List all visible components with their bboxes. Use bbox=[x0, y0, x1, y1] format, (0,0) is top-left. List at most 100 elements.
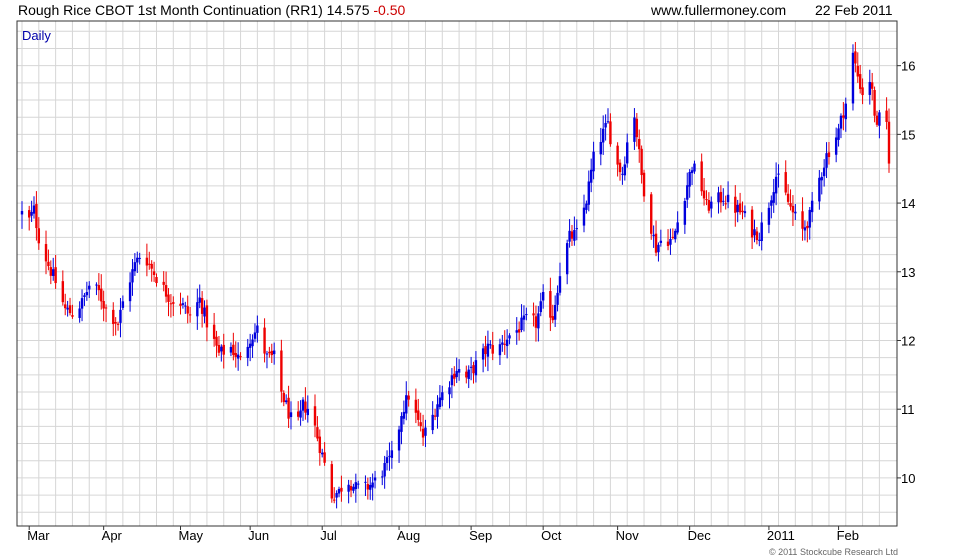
price-bar-body bbox=[49, 267, 53, 276]
price-bar-body bbox=[887, 121, 891, 164]
price-bar-body bbox=[333, 499, 336, 501]
price-bar-body bbox=[734, 196, 737, 213]
price-bar-body bbox=[179, 303, 182, 306]
price-bar-body bbox=[794, 211, 797, 214]
price-bar-body bbox=[436, 404, 439, 417]
price-bar-body bbox=[481, 348, 485, 360]
price-bar-body bbox=[150, 263, 153, 269]
price-bar-body bbox=[299, 410, 302, 418]
price-bar-body bbox=[438, 397, 442, 408]
price-bar-body bbox=[741, 210, 744, 212]
price-bar-body bbox=[100, 288, 103, 302]
price-bar-body bbox=[873, 89, 876, 116]
price-bar-body bbox=[671, 236, 675, 238]
price-bar-body bbox=[642, 172, 646, 197]
price-bar-body bbox=[61, 281, 65, 303]
price-bar-body bbox=[66, 307, 69, 310]
price-bar-body bbox=[37, 228, 41, 244]
price-bar-body bbox=[212, 324, 216, 339]
price-bar-body bbox=[186, 306, 189, 314]
price-bar-body bbox=[844, 103, 847, 120]
x-tick-label: Oct bbox=[541, 528, 562, 543]
price-bar-body bbox=[760, 222, 763, 242]
price-bar-body bbox=[755, 231, 759, 241]
price-bar-body bbox=[885, 110, 888, 122]
price-bar-body bbox=[184, 305, 187, 307]
price-bar-body bbox=[724, 203, 727, 205]
price-bar-body bbox=[839, 115, 843, 129]
price-bar-body bbox=[148, 263, 151, 265]
price-bar-body bbox=[585, 203, 588, 210]
price-bar-body bbox=[102, 301, 105, 309]
price-bar-body bbox=[659, 240, 663, 243]
price-bar-body bbox=[635, 118, 639, 138]
price-bar-body bbox=[868, 81, 871, 95]
price-bar-body bbox=[272, 350, 276, 355]
price-bar-body bbox=[690, 170, 694, 174]
price-bar-body bbox=[280, 350, 283, 392]
price-bar-body bbox=[128, 282, 132, 302]
price-bar-body bbox=[112, 309, 115, 325]
x-tick-label: Aug bbox=[397, 528, 420, 543]
price-bar-body bbox=[181, 303, 185, 305]
price-bar-body bbox=[750, 209, 754, 238]
price-bar-body bbox=[30, 211, 33, 216]
price-bar-body bbox=[517, 329, 521, 333]
price-bar-body bbox=[472, 365, 475, 374]
price-bar-body bbox=[467, 369, 470, 379]
price-bar-body bbox=[592, 151, 595, 172]
price-bar-body bbox=[683, 201, 687, 225]
price-bar-body bbox=[503, 343, 506, 345]
price-bar-body bbox=[330, 464, 334, 499]
x-tick-label: Sep bbox=[469, 528, 492, 543]
price-bar-body bbox=[722, 200, 725, 202]
price-bar-body bbox=[234, 352, 237, 357]
price-bar-body bbox=[373, 477, 377, 481]
x-tick-label: Jul bbox=[320, 528, 337, 543]
price-chart: 10 11 12 13 14 15 16 Mar Apr May Jun Jul Aug Sep Oct No… bbox=[16, 20, 915, 543]
price-bar-body bbox=[323, 452, 326, 463]
price-bar-body bbox=[85, 292, 89, 296]
price-bar-body bbox=[116, 323, 120, 325]
price-bar-body bbox=[200, 298, 204, 314]
price-bar-body bbox=[589, 169, 593, 183]
price-bar-body bbox=[570, 231, 574, 239]
price-bar-body bbox=[169, 303, 173, 305]
y-tick-label: 10 bbox=[901, 471, 915, 486]
y-tick-label: 14 bbox=[901, 196, 915, 211]
price-bar-body bbox=[364, 481, 367, 483]
price-bar-body bbox=[565, 243, 569, 275]
price-bar-body bbox=[263, 327, 266, 354]
price-bar-body bbox=[433, 415, 437, 417]
price-bar-body bbox=[621, 173, 624, 175]
price-bar-body bbox=[222, 344, 225, 355]
price-bar-body bbox=[155, 277, 158, 284]
price-bar-body bbox=[71, 315, 74, 317]
x-tick-label: Feb bbox=[837, 528, 859, 543]
price-bar-body bbox=[337, 488, 341, 494]
price-bar-body bbox=[777, 173, 780, 175]
price-bar-body bbox=[152, 271, 156, 275]
price-bar-body bbox=[215, 336, 218, 346]
price-bar-body bbox=[251, 339, 254, 347]
price-bar-body bbox=[498, 344, 502, 356]
price-bar-body bbox=[424, 427, 427, 436]
price-bar-body bbox=[801, 211, 804, 229]
price-bar-body bbox=[551, 316, 554, 321]
price-bar-body bbox=[870, 82, 874, 89]
price-bar-body bbox=[97, 285, 101, 291]
price-bar-body bbox=[784, 172, 787, 193]
price-bar-body bbox=[104, 307, 108, 309]
price-bar-body bbox=[758, 239, 761, 241]
price-bar-body bbox=[674, 230, 677, 240]
price-bar-body bbox=[609, 121, 612, 145]
price-bar-body bbox=[520, 317, 523, 330]
price-bar-body bbox=[508, 335, 511, 339]
price-bar-body bbox=[448, 387, 451, 395]
price-bar-body bbox=[88, 285, 91, 290]
price-bar-body bbox=[501, 342, 504, 345]
price-bar-body bbox=[556, 292, 559, 305]
price-bar-body bbox=[616, 145, 619, 165]
price-bar-body bbox=[489, 344, 492, 346]
price-bar-body bbox=[414, 399, 418, 413]
